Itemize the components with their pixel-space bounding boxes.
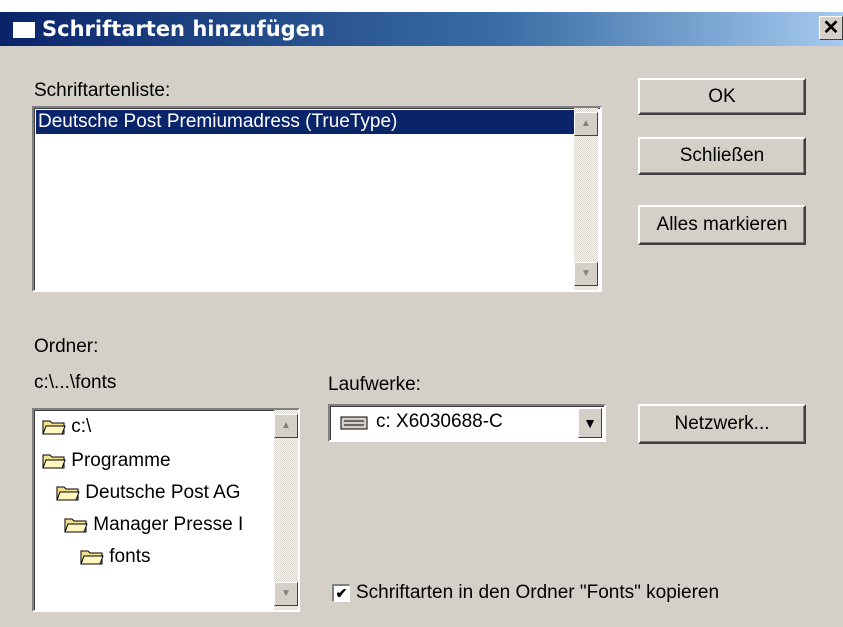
background-strip	[0, 0, 843, 12]
tree-item-programme[interactable]: Programme	[42, 450, 171, 472]
scroll-down-icon[interactable]: ▼	[574, 262, 598, 286]
font-list-scrollbar[interactable]: ▲ ▼	[574, 108, 598, 290]
title-bar: Schriftarten hinzufügen	[0, 12, 843, 46]
tree-item-label: Programme	[71, 450, 171, 471]
folder-open-icon	[64, 518, 88, 533]
tree-item-manager-presse[interactable]: Manager Presse I	[64, 514, 243, 536]
select-all-button[interactable]: Alles markieren	[638, 205, 806, 245]
close-button[interactable]: ✕	[819, 16, 843, 40]
tree-item-root[interactable]: c:\	[42, 416, 91, 438]
folder-label: Ordner:	[34, 336, 99, 357]
folder-open-icon	[42, 454, 66, 469]
select-all-label: Alles markieren	[656, 214, 788, 235]
window-title: Schriftarten hinzufügen	[42, 17, 325, 41]
drive-select[interactable]: c: X6030688-C ▼	[328, 404, 606, 442]
window-icon	[12, 21, 36, 39]
folder-tree-scrollbar[interactable]: ▲ ▼	[274, 410, 298, 610]
ok-button[interactable]: OK	[638, 78, 806, 115]
drive-select-value: c: X6030688-C	[376, 411, 503, 432]
checkmark-icon: ✔	[335, 585, 348, 601]
tree-item-label: fonts	[109, 546, 151, 567]
scroll-down-icon[interactable]: ▼	[274, 582, 298, 606]
font-list[interactable]: Deutsche Post Premiumadress (TrueType) ▲…	[32, 106, 602, 292]
folder-open-icon	[56, 486, 80, 501]
dropdown-arrow-icon[interactable]: ▼	[578, 408, 602, 438]
folder-open-icon	[42, 420, 66, 435]
tree-item-deutsche-post[interactable]: Deutsche Post AG	[56, 482, 241, 504]
font-list-label: Schriftartenliste:	[34, 80, 170, 102]
copy-fonts-label[interactable]: Schriftarten in den Ordner "Fonts" kopie…	[356, 582, 719, 604]
close-dialog-button[interactable]: Schließen	[638, 137, 806, 175]
tree-item-label: Deutsche Post AG	[85, 482, 241, 503]
folder-open-icon	[80, 550, 104, 565]
drive-icon	[340, 416, 368, 430]
font-list-label-text: Schriftartenliste:	[34, 80, 171, 101]
scroll-up-icon[interactable]: ▲	[574, 112, 598, 136]
folder-path: c:\...\fonts	[34, 372, 117, 393]
drives-label-text: Laufwerke:	[328, 374, 421, 395]
folder-tree[interactable]: c:\ Programme Deutsche Post AG Manager P…	[32, 408, 300, 612]
copy-fonts-checkbox[interactable]: ✔	[332, 584, 350, 602]
drives-label: Laufwerke:	[328, 374, 421, 396]
close-icon: ✕	[822, 17, 840, 39]
tree-item-label: Manager Presse I	[93, 514, 244, 535]
scroll-up-icon[interactable]: ▲	[274, 414, 298, 438]
network-button[interactable]: Netzwerk...	[638, 404, 806, 444]
tree-item-fonts[interactable]: fonts	[80, 546, 150, 568]
font-list-item[interactable]: Deutsche Post Premiumadress (TrueType)	[36, 110, 574, 134]
tree-item-label: c:\	[71, 416, 92, 437]
